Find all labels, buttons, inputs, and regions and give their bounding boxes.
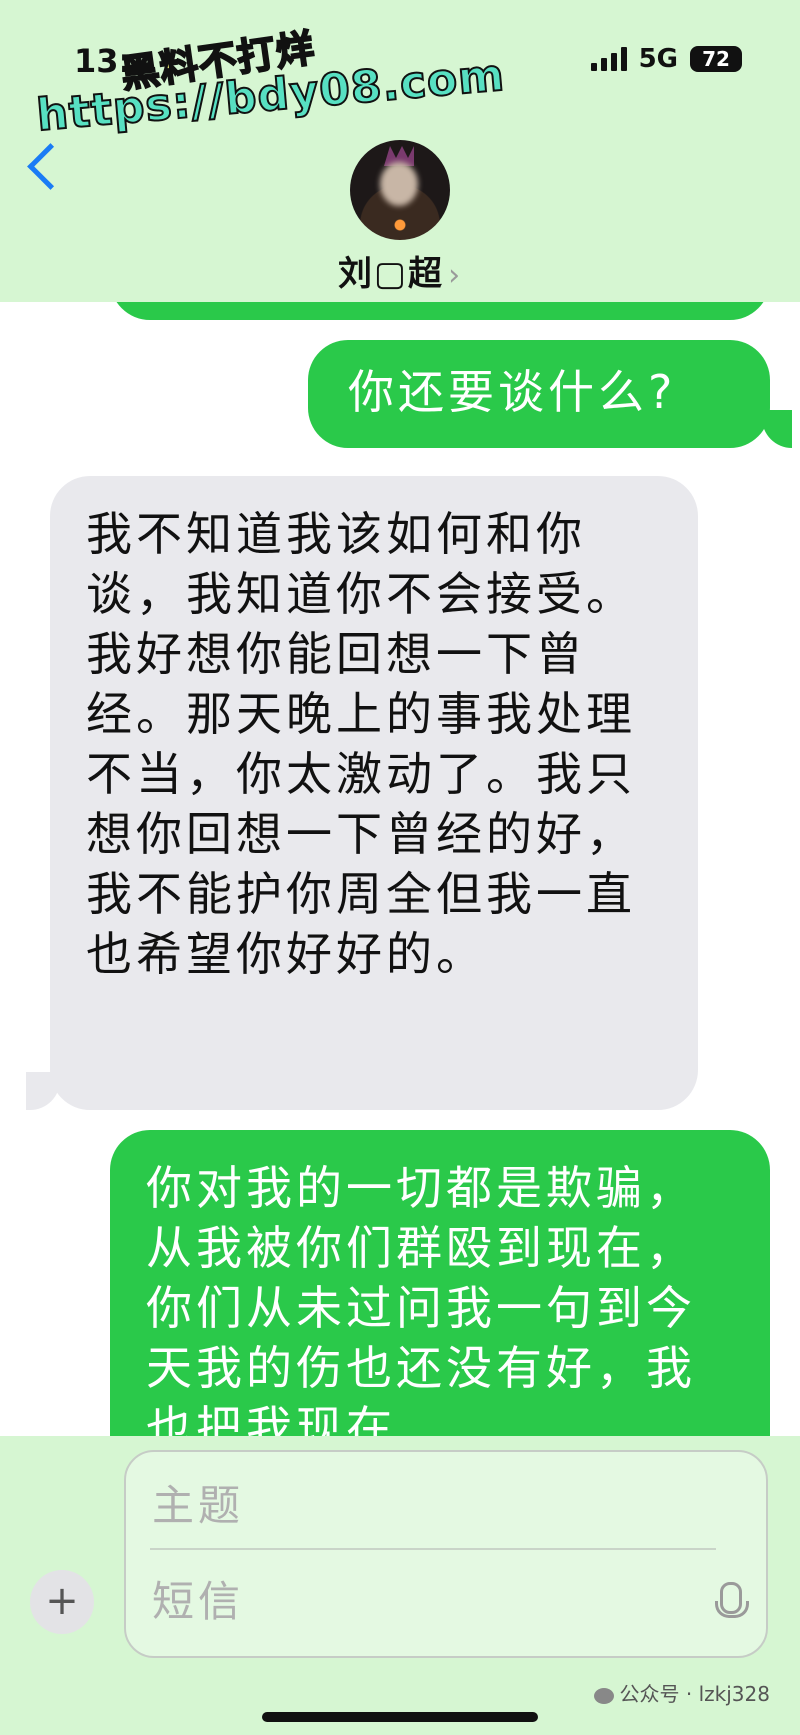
message-bubble-sent[interactable]: 你还要谈什么? (308, 340, 770, 448)
home-indicator[interactable] (262, 1712, 538, 1722)
contact-name-button[interactable]: 刘▢超 › (0, 246, 800, 295)
avatar-face (380, 162, 418, 206)
signal-icon (590, 47, 627, 71)
conversation-header: 13: 5G 72 黑料不打烊 https://bdy08.com 刘▢超 › (0, 0, 800, 302)
composer-divider (150, 1548, 716, 1550)
avatar[interactable] (350, 140, 450, 240)
contact-name: 刘▢超 (337, 254, 445, 294)
wechat-icon (593, 1687, 614, 1704)
footer-watermark-text: 公众号 · lzkj328 (619, 1682, 770, 1706)
bubble-tail (26, 1072, 60, 1110)
back-icon[interactable] (27, 143, 74, 190)
mic-icon[interactable] (715, 1582, 749, 1618)
battery-icon: 72 (690, 46, 742, 72)
message-input[interactable]: 短信 (152, 1568, 244, 1629)
chevron-right-icon: › (448, 258, 463, 293)
message-bubble-received[interactable]: 我不知道我该如何和你谈，我知道你不会接受。我好想你能回想一下曾经。那天晚上的事我… (50, 476, 698, 1110)
status-indicators: 5G 72 (590, 44, 742, 74)
bubble-tail (762, 410, 792, 448)
network-type: 5G (638, 44, 678, 74)
footer-watermark: 公众号 · lzkj328 (593, 1678, 770, 1707)
plus-icon[interactable]: + (30, 1570, 94, 1634)
message-composer[interactable]: 主题 短信 (124, 1450, 768, 1658)
subject-input[interactable]: 主题 (152, 1472, 244, 1533)
